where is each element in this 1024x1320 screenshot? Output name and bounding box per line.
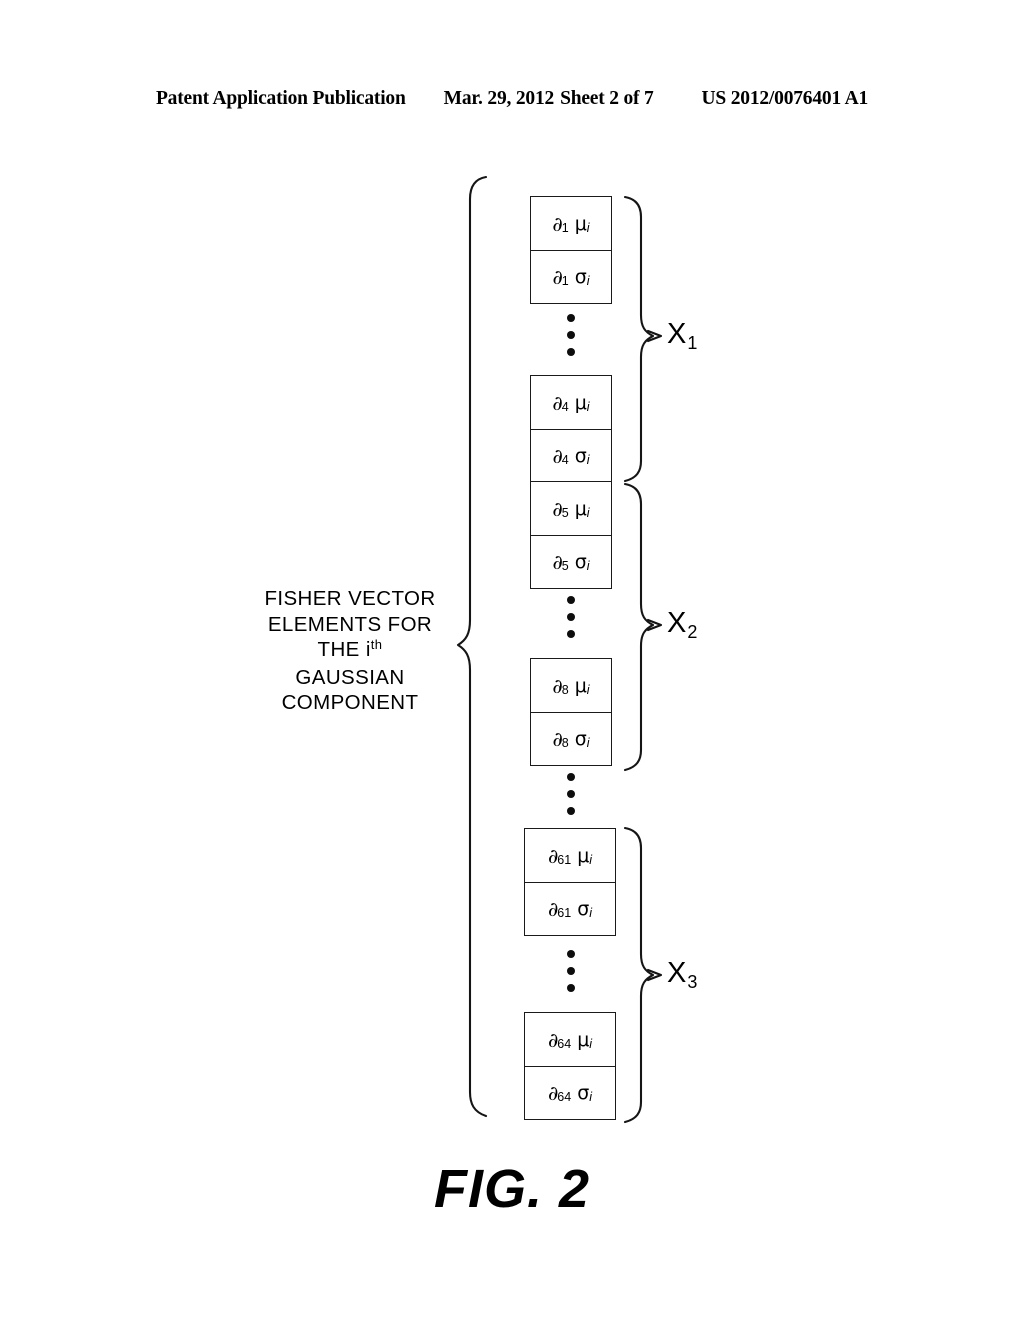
gaussian-subscript: i (586, 559, 590, 573)
group-label-x3-subscript: 3 (687, 972, 698, 992)
sigma-symbol: σ (577, 1082, 590, 1104)
gaussian-subscript: i (589, 852, 593, 867)
caption-ordinal-suffix: th (370, 637, 383, 652)
vector-cell-d5-mu: ∂ 5 μ i (531, 482, 611, 535)
group-label-x2: X2 (667, 607, 697, 642)
figure-2-diagram: ∂ 1 μ i ∂ 1 σ i ∂ 4 μ i ∂ 4 σ i ∂ 5 μ i ∂ 5 σ i ∂ 8 μ i (0, 0, 1024, 1320)
sigma-symbol: σ (574, 728, 587, 750)
brace-layer (456, 175, 663, 1124)
vector-box-group-d8: ∂ 8 μ i ∂ 8 σ i (530, 658, 612, 766)
partial-index: 61 (557, 906, 572, 920)
group-label-x1: X1 (667, 318, 697, 353)
dot (567, 790, 575, 798)
vector-box-group-d4: ∂ 4 μ i ∂ 4 σ i (530, 375, 612, 483)
caption-line-3: THE ith (238, 637, 462, 665)
mu-symbol: μ (574, 497, 587, 520)
vector-cell-d4-sigma: ∂ 4 σ i (531, 429, 611, 482)
brace-x3-pointer (646, 968, 663, 982)
vector-cell-d4-mu: ∂ 4 μ i (531, 376, 611, 429)
dot (567, 967, 575, 975)
partial-index: 64 (557, 1036, 572, 1051)
group-label-x3-text: X (667, 957, 687, 989)
vector-box-group-d5: ∂ 5 μ i ∂ 5 σ i (530, 481, 612, 589)
brace-x3 (623, 826, 655, 1124)
figure-number-label: FIG. 2 (433, 1159, 591, 1219)
brace-x2-pointer (646, 618, 663, 632)
mu-symbol: μ (574, 391, 587, 414)
vector-cell-d1-sigma: ∂ 1 σ i (531, 250, 611, 303)
vector-cell-d1-mu: ∂ 1 μ i (531, 197, 611, 250)
gaussian-subscript: i (586, 220, 590, 235)
brace-x2 (623, 482, 655, 772)
partial-index: 8 (561, 682, 569, 697)
partial-index: 4 (561, 399, 569, 414)
dot (567, 596, 575, 604)
outer-brace-left (456, 175, 488, 1118)
group-label-x1-text: X (667, 318, 687, 350)
ellipsis-dots-3 (560, 773, 582, 815)
gaussian-subscript: i (586, 682, 590, 697)
gaussian-subscript: i (586, 453, 590, 467)
group-label-x2-text: X (667, 607, 687, 639)
partial-index: 1 (561, 274, 569, 288)
caption-line-3-text: THE i (317, 638, 371, 661)
sigma-symbol: σ (574, 551, 587, 573)
partial-index: 5 (561, 505, 569, 520)
group-label-x3: X3 (667, 957, 697, 992)
vector-cell-d64-sigma: ∂ 64 σ i (525, 1066, 615, 1119)
ellipsis-dots-2 (560, 596, 582, 638)
gaussian-subscript: i (586, 274, 590, 288)
brace-x1-pointer (646, 329, 663, 343)
gaussian-subscript: i (586, 399, 590, 414)
dot (567, 331, 575, 339)
dot (567, 807, 575, 815)
gaussian-subscript: i (589, 906, 593, 920)
dot (567, 348, 575, 356)
group-label-x2-subscript: 2 (687, 622, 698, 642)
gaussian-subscript: i (586, 736, 590, 750)
gaussian-subscript: i (586, 505, 590, 520)
mu-symbol: μ (574, 674, 587, 697)
partial-index: 61 (557, 852, 572, 867)
partial-index: 4 (561, 453, 569, 467)
caption-line-2: ELEMENTS FOR (267, 612, 433, 636)
gaussian-subscript: i (589, 1090, 593, 1104)
caption-line-1: FISHER VECTOR (264, 587, 436, 610)
vector-cell-d8-sigma: ∂ 8 σ i (531, 712, 611, 765)
caption-line-5: COMPONENT (281, 691, 419, 714)
fisher-vector-caption: FISHER VECTOR ELEMENTS FOR THE ith GAUSS… (238, 586, 462, 716)
sigma-symbol: σ (577, 898, 590, 920)
ellipsis-dots-1 (560, 314, 582, 356)
vector-cell-d61-mu: ∂ 61 μ i (525, 829, 615, 882)
vector-box-group-d1: ∂ 1 μ i ∂ 1 σ i (530, 196, 612, 304)
vector-box-group-d61: ∂ 61 μ i ∂ 61 σ i (524, 828, 616, 936)
partial-index: 5 (561, 559, 569, 573)
ellipsis-dots-4 (560, 950, 582, 992)
caption-line-4: GAUSSIAN (295, 665, 405, 689)
brace-x1 (623, 195, 655, 483)
vector-cell-d64-mu: ∂ 64 μ i (525, 1013, 615, 1066)
partial-index: 1 (561, 220, 569, 235)
mu-symbol: μ (577, 1028, 590, 1051)
sigma-symbol: σ (574, 445, 587, 467)
dot (567, 984, 575, 992)
gaussian-subscript: i (589, 1036, 593, 1051)
vector-box-group-d64: ∂ 64 μ i ∂ 64 σ i (524, 1012, 616, 1120)
dot (567, 314, 575, 322)
dot (567, 630, 575, 638)
dot (567, 773, 575, 781)
sigma-symbol: σ (574, 266, 587, 288)
partial-index: 8 (561, 736, 569, 750)
partial-index: 64 (557, 1090, 572, 1104)
group-label-x1-subscript: 1 (687, 333, 698, 353)
vector-cell-d8-mu: ∂ 8 μ i (531, 659, 611, 712)
vector-cell-d61-sigma: ∂ 61 σ i (525, 882, 615, 935)
dot (567, 950, 575, 958)
mu-symbol: μ (577, 844, 590, 867)
mu-symbol: μ (574, 212, 587, 235)
vector-cell-d5-sigma: ∂ 5 σ i (531, 535, 611, 588)
dot (567, 613, 575, 621)
